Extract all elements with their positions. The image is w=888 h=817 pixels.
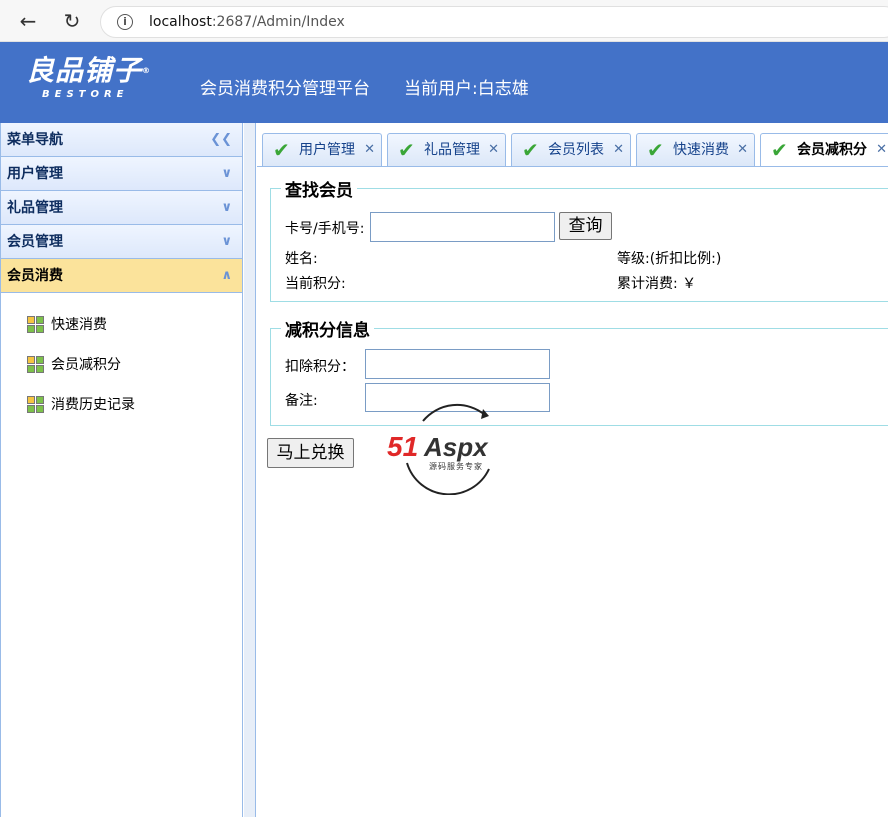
watermark-logo: 51 Aspx 源码服务专家 xyxy=(387,403,490,495)
deduct-points-input[interactable] xyxy=(365,349,550,379)
url-text: localhost:2687/Admin/Index xyxy=(149,14,345,30)
chevron-down-icon: ∨ xyxy=(221,200,232,215)
sidebar-item-quick-consume[interactable]: 快速消费 xyxy=(1,313,242,353)
tab-gift-mgmt[interactable]: ✔ 礼品管理 ✕ xyxy=(387,133,506,166)
grid-icon xyxy=(27,396,45,414)
check-icon: ✔ xyxy=(398,138,415,162)
collapse-left-icon[interactable]: ❮❮ xyxy=(210,123,232,157)
sidebar-splitter[interactable] xyxy=(244,123,256,817)
main-content: 查找会员 卡号/手机号: 查询 姓名: 等级:(折扣比例:) 当前积分: 累计消… xyxy=(257,168,888,817)
sidebar-item-deduct-points[interactable]: 会员减积分 xyxy=(1,353,242,393)
tab-quick-consume[interactable]: ✔ 快速消费 ✕ xyxy=(636,133,755,166)
chevron-up-icon: ∧ xyxy=(221,268,232,283)
close-icon[interactable]: ✕ xyxy=(613,134,624,166)
sidebar: 菜单导航 ❮❮ 用户管理 ∨ 礼品管理 ∨ 会员管理 ∨ 会员消费 ∧ 快速消费… xyxy=(0,123,243,817)
deduct-points-label: 扣除积分： xyxy=(285,359,355,375)
tab-deduct-points[interactable]: ✔ 会员减积分 ✕ xyxy=(760,133,888,166)
card-input[interactable] xyxy=(370,212,555,242)
app-header: 良品铺子® BESTORE 会员消费积分管理平台 当前用户:白志雄 xyxy=(0,42,888,123)
platform-title: 会员消费积分管理平台 xyxy=(200,79,370,99)
watermark-brand-b: Aspx xyxy=(423,432,489,462)
total-consume-label: 累计消费: ￥ xyxy=(617,276,697,292)
exchange-button[interactable]: 马上兑换 xyxy=(267,438,354,468)
check-icon: ✔ xyxy=(647,138,664,162)
sidebar-section-gift-mgmt[interactable]: 礼品管理 ∨ xyxy=(1,191,242,225)
current-user: 当前用户:白志雄 xyxy=(404,79,529,99)
back-arrow-icon[interactable]: ← xyxy=(16,9,40,33)
close-icon[interactable]: ✕ xyxy=(364,134,375,166)
deduct-points-panel: 减积分信息 xyxy=(270,316,888,426)
query-button[interactable]: 查询 xyxy=(559,212,612,240)
watermark-tagline: 源码服务专家 xyxy=(429,461,483,471)
sidebar-item-consume-history[interactable]: 消费历史记录 xyxy=(1,393,242,433)
chevron-down-icon: ∨ xyxy=(221,234,232,249)
close-icon[interactable]: ✕ xyxy=(488,134,499,166)
browser-toolbar: ← ↻ i localhost:2687/Admin/Index xyxy=(0,0,888,42)
tab-member-list[interactable]: ✔ 会员列表 ✕ xyxy=(511,133,631,166)
deduct-points-legend: 减积分信息 xyxy=(285,321,370,341)
sidebar-section-member-consume[interactable]: 会员消费 ∧ xyxy=(1,259,242,293)
grid-icon xyxy=(27,356,45,374)
address-bar[interactable]: i localhost:2687/Admin/Index xyxy=(100,6,888,38)
check-icon: ✔ xyxy=(771,138,788,162)
chevron-down-icon: ∨ xyxy=(221,166,232,181)
tab-user-mgmt[interactable]: ✔ 用户管理 ✕ xyxy=(262,133,382,166)
card-label: 卡号/手机号: xyxy=(285,221,365,237)
remark-label: 备注: xyxy=(285,393,318,409)
watermark-brand-a: 51 xyxy=(387,431,418,462)
name-label: 姓名: xyxy=(285,251,318,267)
close-icon[interactable]: ✕ xyxy=(737,134,748,166)
sidebar-section-member-mgmt[interactable]: 会员管理 ∨ xyxy=(1,225,242,259)
level-label: 等级:(折扣比例:) xyxy=(617,251,722,267)
sidebar-section-user-mgmt[interactable]: 用户管理 ∨ xyxy=(1,157,242,191)
brand-logo: 良品铺子® BESTORE xyxy=(26,54,152,100)
close-icon[interactable]: ✕ xyxy=(876,134,887,166)
grid-icon xyxy=(27,316,45,334)
check-icon: ✔ xyxy=(522,138,539,162)
points-label: 当前积分: xyxy=(285,276,346,292)
check-icon: ✔ xyxy=(273,138,290,162)
sidebar-nav-header: 菜单导航 ❮❮ xyxy=(1,123,242,157)
info-icon[interactable]: i xyxy=(117,14,133,30)
reload-icon[interactable]: ↻ xyxy=(60,9,84,33)
tab-strip: ✔ 用户管理 ✕ ✔ 礼品管理 ✕ ✔ 会员列表 ✕ ✔ 快速消费 ✕ ✔ 会员… xyxy=(257,123,888,167)
search-member-legend: 查找会员 xyxy=(285,181,353,201)
